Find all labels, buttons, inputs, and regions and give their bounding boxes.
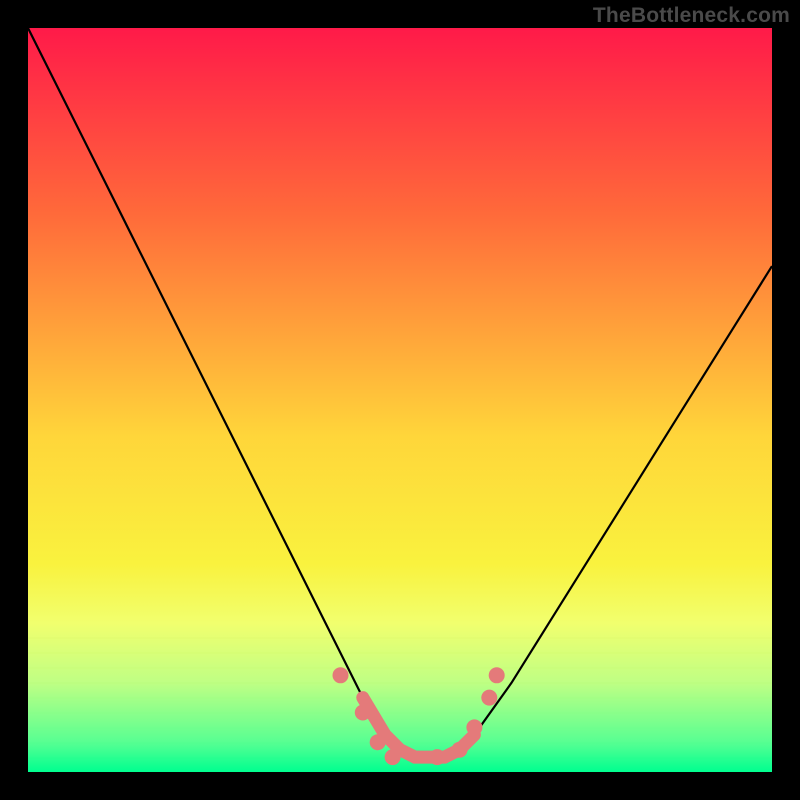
gradient-background (28, 28, 772, 772)
segment-dot (481, 690, 497, 706)
chart-frame: TheBottleneck.com (0, 0, 800, 800)
segment-dot (466, 719, 482, 735)
chart-svg (28, 28, 772, 772)
segment-dot (489, 667, 505, 683)
segment-dot (370, 734, 386, 750)
segment-dot (429, 749, 445, 765)
plot-area (28, 28, 772, 772)
segment-dot (355, 705, 371, 721)
segment-dot (385, 749, 401, 765)
segment-dot (452, 742, 468, 758)
segment-dot (333, 667, 349, 683)
watermark-text: TheBottleneck.com (593, 4, 790, 28)
